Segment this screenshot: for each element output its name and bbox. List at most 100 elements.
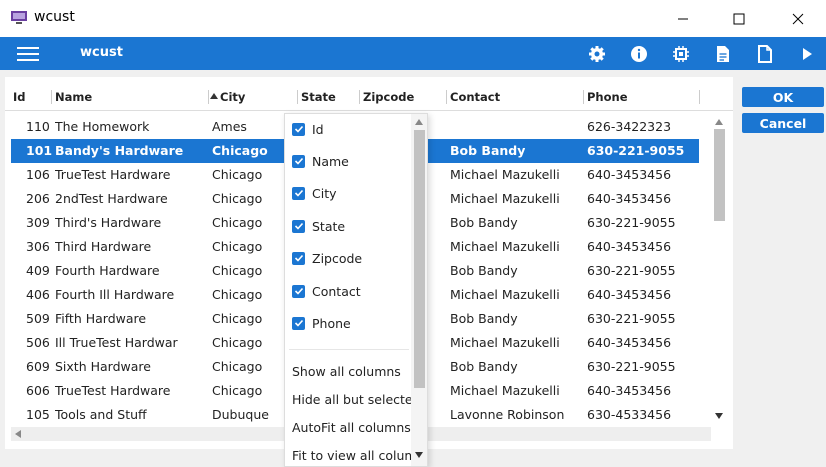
cell-contact: Michael Mazukelli xyxy=(450,335,560,350)
cell-phone: 640-3453456 xyxy=(587,287,672,302)
scroll-up-icon[interactable] xyxy=(715,119,723,125)
column-separator[interactable] xyxy=(51,90,52,104)
column-chooser-menu: Id Name City State Zipcode Contact Phone… xyxy=(284,113,428,467)
hide-all-but-selected-item[interactable]: Hide all but selected xyxy=(292,392,414,407)
minimize-button[interactable] xyxy=(660,0,706,37)
cell-phone: 640-3453456 xyxy=(587,383,672,398)
column-separator[interactable] xyxy=(208,90,209,104)
cell-phone: 640-3453456 xyxy=(587,239,672,254)
column-separator[interactable] xyxy=(583,90,584,104)
check-icon xyxy=(294,157,303,165)
checkbox-checked[interactable] xyxy=(292,186,305,200)
chip-icon xyxy=(673,46,689,62)
column-toggle-phone[interactable]: Phone xyxy=(292,313,351,333)
cell-city: Chicago xyxy=(212,215,263,230)
cell-name: Fourth Hardware xyxy=(55,263,160,278)
cell-phone: 640-3453456 xyxy=(587,167,672,182)
chip-button[interactable] xyxy=(671,44,691,64)
checkbox-checked[interactable] xyxy=(292,154,305,168)
cell-city: Chicago xyxy=(212,335,263,350)
column-toggle-city[interactable]: City xyxy=(292,183,337,203)
ok-button[interactable]: OK xyxy=(742,87,824,107)
show-all-columns-item[interactable]: Show all columns xyxy=(292,364,414,379)
menu-scrollbar[interactable] xyxy=(411,114,427,466)
cell-city: Chicago xyxy=(212,143,268,158)
cell-id: 409 xyxy=(26,263,50,278)
menu-scroll-thumb[interactable] xyxy=(414,130,425,388)
cell-name: Ill TrueTest Hardwar xyxy=(55,335,178,350)
cell-city: Chicago xyxy=(212,191,263,206)
cell-id: 101 xyxy=(26,143,53,158)
cell-phone: 640-3453456 xyxy=(587,191,672,206)
cell-name: TrueTest Hardware xyxy=(55,383,171,398)
cell-phone: 630-221-9055 xyxy=(587,359,676,374)
column-header-name[interactable]: Name xyxy=(55,90,92,104)
column-toggle-name[interactable]: Name xyxy=(292,151,349,171)
document-button[interactable] xyxy=(713,44,733,64)
checkbox-checked[interactable] xyxy=(292,122,305,136)
column-toggle-contact[interactable]: Contact xyxy=(292,281,361,301)
cell-city: Ames xyxy=(212,119,247,134)
column-header-zipcode[interactable]: Zipcode xyxy=(363,90,414,104)
cell-city: Chicago xyxy=(212,383,263,398)
cell-city: Chicago xyxy=(212,287,263,302)
checkbox-checked[interactable] xyxy=(292,284,305,298)
cell-id: 506 xyxy=(26,335,50,350)
column-separator[interactable] xyxy=(699,90,700,104)
column-header-state[interactable]: State xyxy=(301,90,336,104)
cell-phone: 630-221-9055 xyxy=(587,263,676,278)
cell-id: 206 xyxy=(26,191,50,206)
cell-name: Bandy's Hardware xyxy=(55,143,184,158)
column-separator[interactable] xyxy=(446,90,447,104)
cell-name: Third's Hardware xyxy=(55,215,162,230)
column-toggle-label: Name xyxy=(312,153,349,169)
scroll-down-icon[interactable] xyxy=(415,452,423,458)
column-toggle-zipcode[interactable]: Zipcode xyxy=(292,248,362,268)
close-icon xyxy=(792,13,804,24)
column-separator[interactable] xyxy=(297,90,298,104)
column-header-id[interactable]: Id xyxy=(13,90,26,104)
menu-divider xyxy=(289,349,409,350)
column-separator[interactable] xyxy=(359,90,360,104)
cell-name: The Homework xyxy=(55,119,150,134)
cell-contact: Michael Mazukelli xyxy=(450,167,560,182)
maximize-button[interactable] xyxy=(716,0,762,37)
cell-id: 105 xyxy=(26,407,50,422)
info-button[interactable] xyxy=(629,44,649,64)
grid-vertical-scrollbar[interactable] xyxy=(711,115,727,423)
column-toggle-id[interactable]: Id xyxy=(292,119,324,139)
column-toggle-state[interactable]: State xyxy=(292,216,345,236)
column-header-contact[interactable]: Contact xyxy=(450,90,500,104)
minimize-icon xyxy=(678,18,688,19)
scroll-up-icon[interactable] xyxy=(415,119,423,125)
new-document-button[interactable] xyxy=(755,44,775,64)
maximize-icon xyxy=(733,13,745,24)
close-button[interactable] xyxy=(775,0,821,37)
vertical-scroll-thumb[interactable] xyxy=(714,129,725,221)
scroll-left-icon[interactable] xyxy=(15,430,21,438)
column-header-phone[interactable]: Phone xyxy=(587,90,628,104)
blank-document-icon xyxy=(758,45,772,63)
checkbox-checked[interactable] xyxy=(292,219,305,233)
autofit-all-columns-item[interactable]: AutoFit all columns xyxy=(292,420,414,435)
cell-name: TrueTest Hardware xyxy=(55,167,171,182)
column-header-city[interactable]: City xyxy=(220,90,245,104)
check-icon xyxy=(294,287,303,295)
run-button[interactable] xyxy=(797,44,817,64)
fit-to-view-all-columns-item[interactable]: Fit to view all columns xyxy=(292,448,414,463)
scroll-down-icon[interactable] xyxy=(715,413,723,419)
checkbox-checked[interactable] xyxy=(292,251,305,265)
cell-contact: Lavonne Robinson xyxy=(450,407,565,422)
cell-contact: Bob Bandy xyxy=(450,263,518,278)
cell-city: Chicago xyxy=(212,311,263,326)
hamburger-icon[interactable] xyxy=(17,47,39,61)
checkbox-checked[interactable] xyxy=(292,316,305,330)
cell-id: 406 xyxy=(26,287,50,302)
settings-button[interactable] xyxy=(587,44,607,64)
cell-id: 609 xyxy=(26,359,50,374)
column-toggle-label: Phone xyxy=(312,315,351,331)
cell-city: Chicago xyxy=(212,239,263,254)
cell-name: Third Hardware xyxy=(55,239,152,254)
cancel-button[interactable]: Cancel xyxy=(742,113,824,133)
cell-contact: Michael Mazukelli xyxy=(450,383,560,398)
